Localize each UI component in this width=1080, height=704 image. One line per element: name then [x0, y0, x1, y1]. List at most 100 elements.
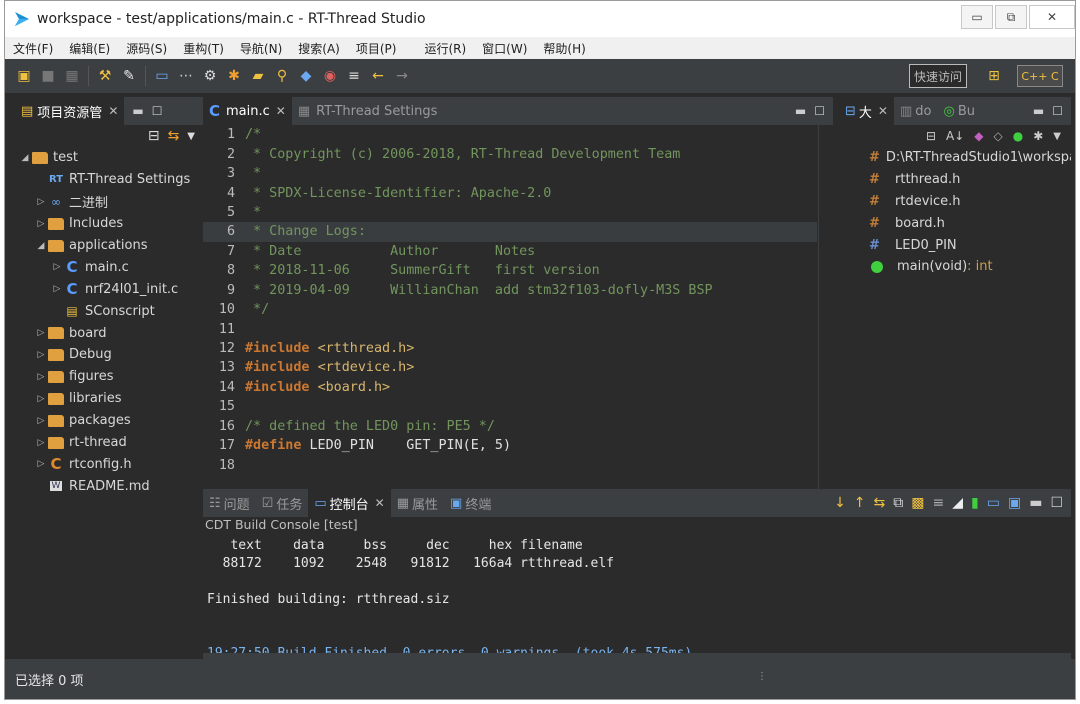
console-output[interactable]: text data bss dec hex filename 88172 109… [207, 537, 1067, 663]
close-icon[interactable]: ✕ [108, 104, 118, 118]
tab-console[interactable]: ▭ 控制台 ✕ [308, 489, 391, 517]
tab-terminal[interactable]: ▣ 终端 [444, 489, 497, 517]
tree-item[interactable]: W README.md [15, 475, 203, 497]
tree-item[interactable]: ◢ test [15, 147, 203, 169]
menu-help[interactable]: 帮助(H) [535, 40, 593, 57]
code-line[interactable]: 10 */ [203, 300, 817, 319]
c-perspective-button[interactable]: C++ C [1017, 65, 1063, 87]
build-icon[interactable]: ⚒ [96, 67, 114, 85]
package-icon[interactable]: ◆ [297, 67, 315, 85]
flash-icon[interactable]: ◉ [321, 67, 339, 85]
quick-access-field[interactable]: 快速访问 [909, 64, 967, 88]
maximize-button[interactable]: ⧉ [995, 5, 1027, 29]
tab-problems[interactable]: ☷ 问题 [203, 489, 256, 517]
code-line[interactable]: 1 /* [203, 125, 817, 144]
minimize-view-icon[interactable]: ▬ [1029, 495, 1042, 511]
collapse-all-icon[interactable]: ⊟ [926, 129, 936, 143]
tab-project-explorer[interactable]: ▤ 项目资源管 ✕ [15, 97, 125, 125]
menu-run[interactable]: 运行(R) [416, 40, 474, 57]
display-console-icon[interactable]: ▭ [987, 495, 1000, 511]
menu-file[interactable]: 文件(F) [5, 40, 61, 57]
tree-item[interactable]: ▷ Includes [15, 213, 203, 235]
collapsed-chevron-icon[interactable]: ▷ [35, 459, 47, 469]
menu-source[interactable]: 源码(S) [118, 40, 175, 57]
close-icon[interactable]: ✕ [375, 496, 385, 510]
view-menu-icon[interactable]: ▼ [187, 131, 195, 142]
view-menu-icon[interactable]: ▼ [1053, 131, 1061, 142]
open-folder-icon[interactable]: ▰ [249, 67, 267, 85]
hide-fields-icon[interactable]: ◆ [974, 129, 983, 143]
copy-icon[interactable]: ⧉ [893, 495, 903, 511]
link-editor-icon[interactable]: ⇆ [168, 128, 180, 144]
tree-item[interactable]: ▷ ∞ 二进制 [15, 191, 203, 213]
expanded-chevron-icon[interactable]: ◢ [19, 153, 31, 163]
menu-project[interactable]: 项目(P) [348, 40, 405, 57]
code-line[interactable]: 16 /* defined the LED0 pin: PE5 */ [203, 417, 817, 436]
code-line[interactable]: 14 #include <board.h> [203, 378, 817, 397]
menu-navigate[interactable]: 导航(N) [232, 40, 290, 57]
pin-icon[interactable]: ▮ [971, 495, 979, 511]
tree-item[interactable]: ▷ figures [15, 366, 203, 388]
code-area[interactable]: 1/* 2 * Copyright (c) 2006-2018, RT-Threa… [203, 125, 817, 489]
menu-refactor[interactable]: 重构(T) [175, 40, 232, 57]
new-console-icon[interactable]: ▣ [1008, 495, 1021, 511]
code-line[interactable]: 12 #include <rtthread.h> [203, 339, 817, 358]
maximize-view-icon[interactable]: ☐ [1050, 495, 1063, 511]
minimize-view-icon[interactable]: ▬ [1033, 104, 1044, 118]
back-arrow-icon[interactable]: ← [369, 67, 387, 85]
close-button[interactable]: ✕ [1029, 5, 1075, 29]
hide-nonpublic-icon[interactable]: ● [1013, 129, 1023, 143]
code-line[interactable]: 6 * Change Logs: [203, 222, 817, 242]
tree-item[interactable]: ▷ Debug [15, 344, 203, 366]
tree-item[interactable]: ▷ Cmain.c [15, 256, 203, 278]
collapsed-chevron-icon[interactable]: ▷ [35, 328, 47, 338]
tab-rt-thread-settings[interactable]: ▦ RT-Thread Settings [292, 97, 444, 125]
code-line[interactable]: 8 * 2018-11-06 SummerGift first version [203, 261, 817, 280]
arrow-down-icon[interactable]: ↓ [834, 495, 846, 511]
save-icon[interactable]: ■ [39, 67, 57, 85]
code-line[interactable]: 7 * Date Author Notes [203, 242, 817, 261]
maximize-view-icon[interactable]: ☐ [1052, 104, 1063, 118]
collapsed-chevron-icon[interactable]: ▷ [35, 197, 47, 207]
lock-icon[interactable]: ▩ [911, 495, 924, 511]
tree-item[interactable]: ▤ SConscript [15, 300, 203, 322]
editor-scrollbar[interactable] [818, 125, 833, 489]
tab-main-c[interactable]: C main.c ✕ [203, 97, 292, 125]
tree-item[interactable]: ▷ libraries [15, 388, 203, 410]
tree-item[interactable]: RT RT-Thread Settings [15, 169, 203, 191]
new-icon[interactable]: ▣ [15, 67, 33, 85]
connect-icon[interactable]: ⋯ [177, 67, 195, 85]
gear-icon[interactable]: ⚙ [201, 67, 219, 85]
collapsed-chevron-icon[interactable]: ▷ [51, 262, 63, 272]
collapsed-chevron-icon[interactable]: ▷ [51, 284, 63, 294]
outline-item[interactable]: # board.h [839, 212, 1071, 234]
terminal-icon[interactable]: ≡ [345, 67, 363, 85]
code-line[interactable]: 2 * Copyright (c) 2006-2018, RT-Thread D… [203, 144, 817, 163]
tab-tasks[interactable]: ☑ 任务 [256, 489, 309, 517]
sync-icon[interactable]: ⇆ [874, 495, 886, 511]
expanded-chevron-icon[interactable]: ◢ [35, 241, 47, 251]
maximize-view-icon[interactable]: ☐ [814, 104, 825, 118]
code-line[interactable]: 9 * 2019-04-09 WillianChan add stm32f103… [203, 281, 817, 300]
code-line[interactable]: 15 [203, 397, 817, 416]
tree-item[interactable]: ▷ packages [15, 410, 203, 432]
open-perspective-icon[interactable]: ⊞ [983, 65, 1005, 87]
hide-static-icon[interactable]: ◇ [994, 129, 1003, 143]
close-icon[interactable]: ✕ [878, 104, 888, 118]
collapsed-chevron-icon[interactable]: ▷ [35, 416, 47, 426]
outline-item[interactable]: # D:\RT-ThreadStudio1\workspace [839, 147, 1071, 169]
monitor-icon[interactable]: ▭ [153, 67, 171, 85]
tree-item[interactable]: ▷ Crtconfig.h [15, 453, 203, 475]
collapsed-chevron-icon[interactable]: ▷ [35, 372, 47, 382]
save-all-icon[interactable]: ▦ [63, 67, 81, 85]
code-line[interactable]: 3 * [203, 164, 817, 183]
group-icon[interactable]: ✱ [1033, 129, 1043, 143]
code-line[interactable]: 18 [203, 455, 817, 474]
search-icon[interactable]: ⚲ [273, 67, 291, 85]
code-line[interactable]: 5 * [203, 203, 817, 222]
tree-item[interactable]: ▷ board [15, 322, 203, 344]
code-line[interactable]: 13 #include <rtdevice.h> [203, 358, 817, 377]
outline-item[interactable]: # LED0_PIN [839, 234, 1071, 256]
tree-item[interactable]: ▷ Cnrf24l01_init.c [15, 278, 203, 300]
collapsed-chevron-icon[interactable]: ▷ [35, 394, 47, 404]
